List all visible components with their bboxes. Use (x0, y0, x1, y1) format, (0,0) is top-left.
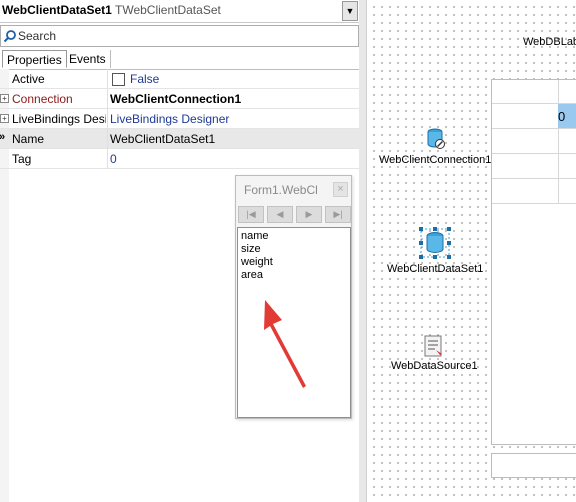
grid-cell-value: 0 (558, 109, 566, 124)
property-value[interactable]: WebClientDataSet1 (110, 132, 215, 146)
component-webclientdataset[interactable]: WebClientDataSet1 (387, 225, 483, 275)
property-row-tag[interactable]: Tag 0 (0, 149, 359, 169)
webdbnavigator-component[interactable] (491, 453, 576, 478)
selected-row-marker-icon: » (0, 131, 5, 143)
property-row-connection[interactable]: + Connection WebClientConnection1 (0, 89, 359, 109)
close-icon[interactable]: × (333, 182, 348, 197)
tab-events[interactable]: Events (65, 50, 111, 68)
first-record-icon[interactable]: |◀ (238, 206, 264, 223)
active-checkbox[interactable] (112, 73, 125, 86)
expand-icon[interactable]: + (0, 94, 9, 103)
prior-record-icon[interactable]: ◀ (267, 206, 293, 223)
list-item[interactable]: area (241, 269, 263, 281)
datasource-icon (424, 335, 443, 357)
property-row-livebindings[interactable]: + LiveBindings Designer LiveBindings Des… (0, 109, 359, 129)
last-record-icon[interactable]: ▶| (325, 206, 351, 223)
component-name: WebClientDataSet1 (2, 3, 112, 17)
expand-icon[interactable]: + (0, 114, 9, 123)
webdblabel-component[interactable]: WebDBLabel (523, 36, 576, 48)
component-selector[interactable]: WebClientDataSet1 TWebClientDataSet ▼ (0, 0, 359, 23)
dropdown-arrow-icon[interactable]: ▼ (342, 1, 358, 21)
inspector-tabs: Properties Events (0, 50, 359, 70)
component-webclientconnection[interactable]: WebClientConnection1 (379, 126, 491, 166)
annotation-arrow-icon (264, 300, 306, 388)
list-item[interactable]: weight (241, 256, 273, 268)
property-row-name[interactable]: » Name WebClientDataSet1 (0, 129, 359, 149)
property-value: False (130, 72, 160, 86)
search-input[interactable]: Search (0, 25, 359, 47)
search-icon (3, 30, 16, 43)
property-value: WebClientConnection1 (110, 92, 242, 106)
inspector-scrollbar[interactable] (359, 0, 366, 502)
property-name: Active (12, 72, 45, 86)
property-name: Connection (12, 92, 73, 106)
navigator-bar: |◀ ◀ ▶ ▶| (238, 206, 351, 224)
property-name: Tag (12, 152, 32, 166)
component-webdatasource[interactable]: WebDataSource1 (391, 334, 478, 372)
property-name: LiveBindings Designer (12, 112, 106, 126)
property-name: Name (12, 132, 45, 146)
next-record-icon[interactable]: ▶ (296, 206, 322, 223)
list-item[interactable]: name (241, 230, 269, 242)
list-item[interactable]: size (241, 243, 261, 255)
database-connection-icon (427, 128, 446, 149)
webdbgrid-component[interactable]: 0 (491, 79, 576, 445)
component-type: TWebClientDataSet (115, 3, 221, 17)
search-placeholder: Search (18, 29, 57, 43)
gutter-column (0, 169, 9, 502)
dataset-icon (419, 227, 452, 259)
property-value: LiveBindings Designer (110, 112, 230, 126)
component-label: WebDataSource1 (391, 360, 478, 372)
component-label: WebClientConnection1 (379, 154, 492, 166)
property-row-active[interactable]: Active False (0, 69, 359, 89)
component-label: WebClientDataSet1 (387, 263, 484, 275)
property-value: 0 (110, 152, 117, 166)
tab-properties[interactable]: Properties (2, 50, 67, 68)
window-title: Form1.WebCl (244, 183, 318, 197)
